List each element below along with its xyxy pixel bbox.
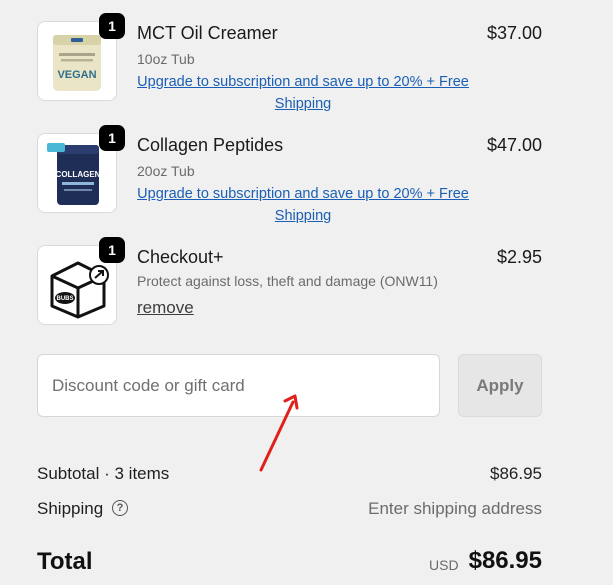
item-name: MCT Oil Creamer — [137, 23, 278, 43]
shipping-label: Shipping — [37, 499, 104, 518]
item-variant: Protect against loss, theft and damage (… — [137, 273, 438, 289]
subtotal-value: $86.95 — [490, 464, 542, 483]
item-name: Collagen Peptides — [137, 135, 284, 155]
total-currency: USD — [429, 557, 459, 573]
shipping-row: Shipping ? Enter shipping address — [37, 499, 542, 523]
bubs-logo-text: BUBS — [56, 296, 73, 302]
line-item-mct-oil-creamer: VEGAN 1 MCT Oil Creamer $37.00 10oz Tub … — [37, 13, 542, 112]
product-thumbnail: BUBS 1 — [37, 237, 125, 325]
subtotal-row: Subtotal · 3 items $86.95 — [37, 464, 542, 488]
product-thumbnail: VEGAN 1 — [37, 13, 125, 101]
item-variant: 20oz Tub — [137, 163, 195, 179]
subtotal-label: Subtotal · 3 items — [37, 464, 170, 483]
item-price: $47.00 — [486, 135, 542, 155]
quantity-badge: 1 — [99, 125, 125, 151]
discount-code-input[interactable] — [37, 354, 440, 417]
item-price: $2.95 — [496, 247, 542, 267]
line-item-checkout-plus: BUBS 1 Checkout+ $2.95 Protect against l… — [37, 237, 542, 327]
quantity-badge: 1 — [99, 237, 125, 263]
quantity-badge: 1 — [99, 13, 125, 39]
product-thumbnail: COLLAGEN 1 — [37, 125, 125, 213]
vegan-label: VEGAN — [57, 69, 96, 81]
item-variant: 10oz Tub — [137, 51, 195, 67]
total-amount: $86.95 — [468, 547, 542, 574]
question-circle-icon[interactable]: ? — [112, 500, 128, 516]
item-name: Checkout+ — [137, 247, 224, 267]
shipping-value: Enter shipping address — [368, 499, 542, 518]
upgrade-subscription-link[interactable]: Upgrade to subscription and save up to 2… — [137, 71, 469, 115]
upgrade-subscription-link[interactable]: Upgrade to subscription and save up to 2… — [137, 183, 469, 227]
total-label: Total — [37, 548, 93, 575]
line-item-collagen-peptides: COLLAGEN 1 Collagen Peptides $47.00 20oz… — [37, 125, 542, 224]
item-price: $37.00 — [486, 23, 542, 43]
apply-discount-button[interactable]: Apply — [458, 354, 542, 417]
collagen-label: COLLAGEN — [56, 170, 101, 179]
remove-link[interactable]: remove — [137, 298, 194, 318]
